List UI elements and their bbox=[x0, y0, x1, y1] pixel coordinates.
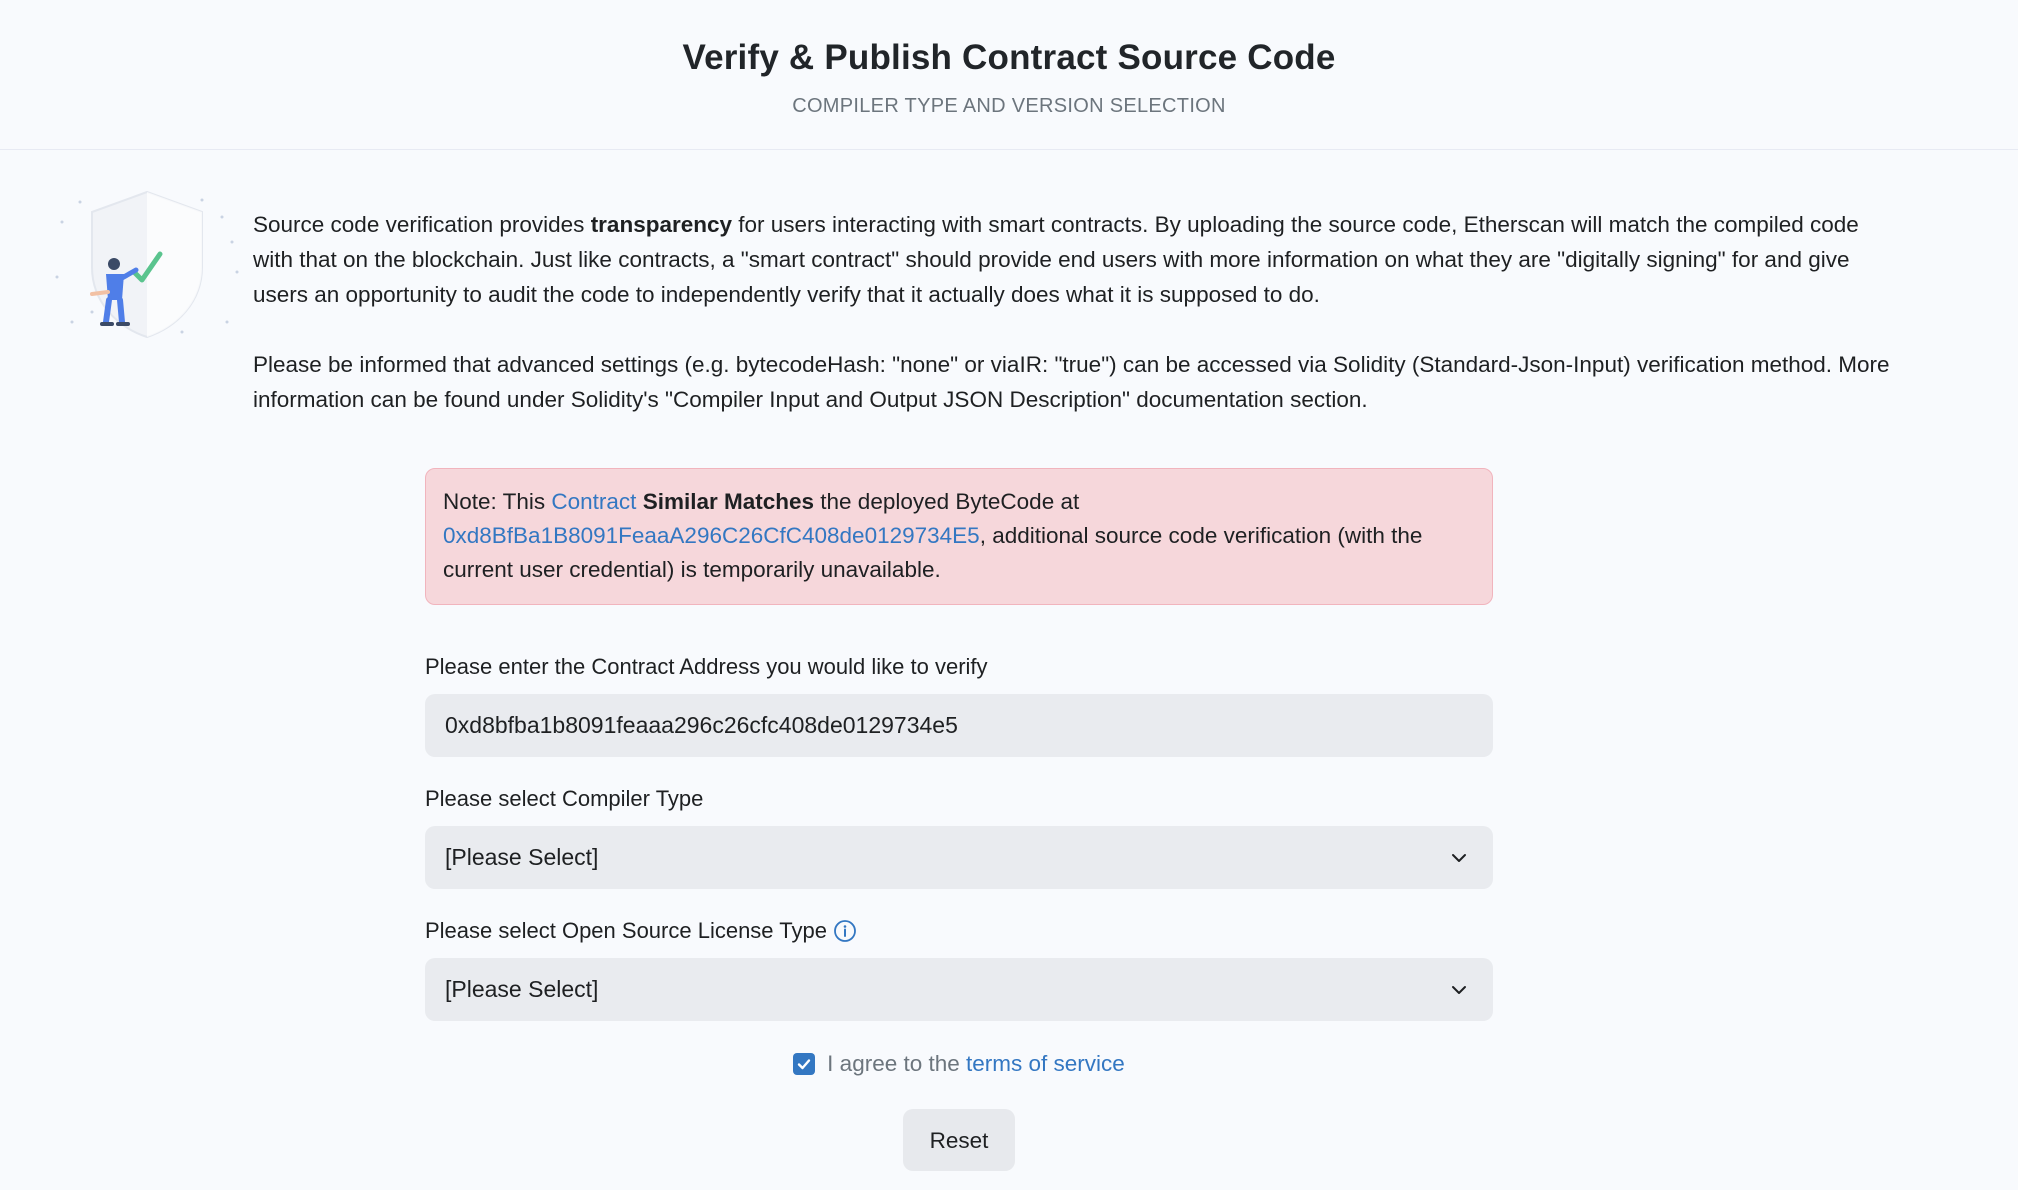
compiler-group: Please select Compiler Type [Please Sele… bbox=[425, 786, 1493, 889]
compiler-label-text: Please select Compiler Type bbox=[425, 786, 704, 811]
chevron-down-icon bbox=[1452, 986, 1466, 994]
license-label-text: Please select Open Source License Type bbox=[425, 918, 827, 943]
intro-bold-text: transparency bbox=[590, 212, 733, 237]
agree-text: I agree to the bbox=[827, 1051, 967, 1076]
license-type-value: [Please Select] bbox=[445, 976, 599, 1002]
intro-section: Source code verification provides transp… bbox=[0, 150, 2018, 417]
license-group: Please select Open Source License Type [… bbox=[425, 918, 1493, 1021]
reset-wrap: Reset bbox=[425, 1109, 1493, 1171]
contract-link[interactable]: Contract bbox=[551, 489, 636, 514]
compiler-type-value: [Please Select] bbox=[445, 844, 599, 870]
compiler-label: Please select Compiler Type bbox=[425, 786, 1493, 812]
check-icon bbox=[797, 1059, 811, 1070]
page-title: Verify & Publish Contract Source Code bbox=[682, 38, 1336, 77]
contract-address-value: 0xd8bfba1b8091feaaa296c26cfc408de0129734… bbox=[445, 712, 958, 738]
contract-address-link[interactable]: 0xd8BfBa1B8091FeaaA296C26CfC408de0129734… bbox=[443, 523, 980, 548]
compiler-type-select[interactable]: [Please Select] bbox=[425, 826, 1493, 889]
terms-of-service-link[interactable]: terms of service bbox=[966, 1051, 1125, 1076]
terms-agreement: I agree to the terms of service bbox=[425, 1051, 1493, 1077]
page-header: Verify & Publish Contract Source Code CO… bbox=[0, 0, 2018, 150]
alert-text: Note: This bbox=[443, 489, 552, 514]
verify-form: Note: This Contract Similar Matches the … bbox=[425, 468, 1493, 1171]
intro-paragraph-1: Source code verification provides transp… bbox=[253, 207, 1898, 312]
alert-text: the deployed ByteCode at bbox=[814, 489, 1080, 514]
address-label: Please enter the Contract Address you wo… bbox=[425, 654, 1493, 680]
address-label-text: Please enter the Contract Address you wo… bbox=[425, 654, 988, 679]
alert-bold-text: Similar Matches bbox=[642, 489, 815, 514]
license-label: Please select Open Source License Type bbox=[425, 918, 1493, 944]
address-group: Please enter the Contract Address you wo… bbox=[425, 654, 1493, 757]
verification-illustration-icon bbox=[55, 190, 239, 339]
intro-paragraph-2: Please be informed that advanced setting… bbox=[253, 352, 1890, 412]
chevron-down-icon bbox=[1452, 854, 1466, 862]
contract-address-input[interactable]: 0xd8bfba1b8091feaaa296c26cfc408de0129734… bbox=[425, 694, 1493, 757]
info-icon[interactable] bbox=[833, 919, 857, 943]
intro-text: Source code verification provides bbox=[253, 212, 591, 237]
similar-match-alert: Note: This Contract Similar Matches the … bbox=[425, 468, 1493, 605]
terms-checkbox[interactable] bbox=[793, 1053, 816, 1075]
license-type-select[interactable]: [Please Select] bbox=[425, 958, 1493, 1021]
reset-button[interactable]: Reset bbox=[903, 1109, 1015, 1171]
page-subtitle: COMPILER TYPE AND VERSION SELECTION bbox=[792, 95, 1226, 117]
